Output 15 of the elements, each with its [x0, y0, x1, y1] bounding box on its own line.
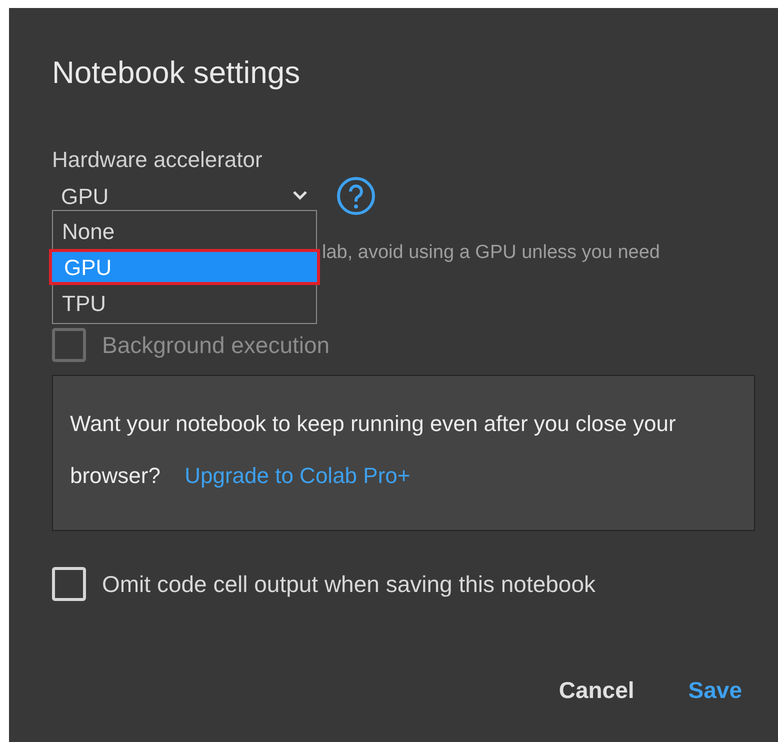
- chevron-down-icon: [292, 190, 308, 202]
- field-label: Hardware accelerator: [52, 146, 264, 174]
- dropdown-option[interactable]: TPU: [53, 285, 316, 321]
- dropdown-option[interactable]: None: [53, 213, 316, 249]
- checkbox[interactable]: [52, 566, 86, 601]
- checkbox-label: Background execution: [102, 331, 330, 360]
- upgrade-message: Want your notebook to keep running even after you close your browser? Upgrade to Colab Pro+: [70, 410, 677, 490]
- upgrade-link[interactable]: Upgrade to Colab Pro+: [184, 462, 410, 488]
- cancel-button[interactable]: Cancel: [554, 669, 638, 712]
- select-field[interactable]: GPU: [52, 180, 314, 212]
- checkbox-label: Omit code cell output when saving this notebook: [102, 570, 596, 599]
- help-text: lab, avoid using a GPU unless you need: [322, 241, 661, 265]
- help-icon[interactable]: [336, 176, 376, 216]
- save-button[interactable]: Save: [684, 669, 746, 712]
- dialog-title: Notebook settings: [52, 54, 302, 92]
